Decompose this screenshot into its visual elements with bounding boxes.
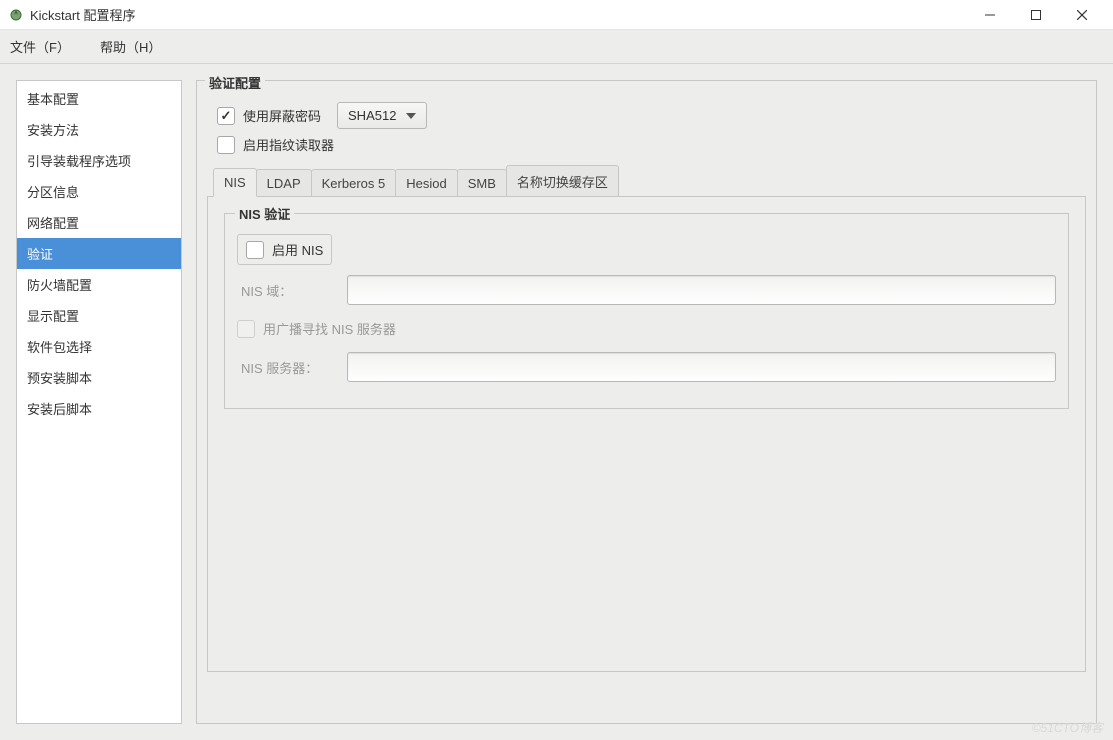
close-button[interactable] [1059,0,1105,30]
titlebar: Kickstart 配置程序 [0,0,1113,30]
sidebar: 基本配置 安装方法 引导装载程序选项 分区信息 网络配置 验证 防火墙配置 显示… [16,80,182,724]
hash-algorithm-value: SHA512 [348,108,396,123]
main-panel: 验证配置 使用屏蔽密码 SHA512 启用指纹读取器 NIS LDAP Kerb… [196,80,1097,724]
sidebar-item-display[interactable]: 显示配置 [17,300,181,331]
sidebar-item-network[interactable]: 网络配置 [17,207,181,238]
tab-smb[interactable]: SMB [457,169,507,197]
nis-server-label: NIS 服务器： [237,358,337,377]
nis-broadcast-label: 用广播寻找 NIS 服务器 [263,319,396,338]
tab-ldap[interactable]: LDAP [256,169,312,197]
tab-kerberos[interactable]: Kerberos 5 [311,169,397,197]
menu-file[interactable]: 文件（F） [10,37,70,56]
nis-domain-label: NIS 域： [237,281,337,300]
nis-server-input[interactable] [347,352,1056,382]
shadow-password-label: 使用屏蔽密码 [243,106,321,125]
app-icon [8,7,24,23]
chevron-down-icon [406,113,416,119]
nis-legend: NIS 验证 [235,204,294,223]
nis-server-row: NIS 服务器： [237,352,1056,382]
shadow-password-row: 使用屏蔽密码 SHA512 [207,102,1086,129]
sidebar-item-packages[interactable]: 软件包选择 [17,331,181,362]
minimize-button[interactable] [967,0,1013,30]
sidebar-item-preinstall[interactable]: 预安装脚本 [17,362,181,393]
enable-nis-row: 启用 NIS [237,234,332,265]
hash-algorithm-combo[interactable]: SHA512 [337,102,427,129]
nis-broadcast-checkbox[interactable] [237,320,255,338]
sidebar-item-bootloader[interactable]: 引导装载程序选项 [17,145,181,176]
auth-tabs: NIS LDAP Kerberos 5 Hesiod SMB 名称切换缓存区 [207,164,1086,196]
menubar: 文件（F） 帮助（H） [0,30,1113,64]
nis-domain-input[interactable] [347,275,1056,305]
panel-title: 验证配置 [205,73,265,92]
sidebar-item-auth[interactable]: 验证 [17,238,181,269]
sidebar-item-install-method[interactable]: 安装方法 [17,114,181,145]
sidebar-item-partition[interactable]: 分区信息 [17,176,181,207]
workspace: 基本配置 安装方法 引导装载程序选项 分区信息 网络配置 验证 防火墙配置 显示… [0,64,1113,740]
nis-fieldset: NIS 验证 启用 NIS NIS 域： 用广播寻找 NIS 服务器 NIS 服… [224,213,1069,409]
tab-nis[interactable]: NIS [213,168,257,197]
nis-broadcast-row: 用广播寻找 NIS 服务器 [237,319,1056,338]
fingerprint-checkbox[interactable] [217,136,235,154]
sidebar-item-postinstall[interactable]: 安装后脚本 [17,393,181,424]
window-title: Kickstart 配置程序 [30,5,135,24]
fingerprint-row: 启用指纹读取器 [207,135,1086,154]
shadow-password-checkbox[interactable] [217,107,235,125]
tab-hesiod[interactable]: Hesiod [395,169,457,197]
enable-nis-checkbox[interactable] [246,241,264,259]
menu-help[interactable]: 帮助（H） [100,37,161,56]
maximize-button[interactable] [1013,0,1059,30]
nis-domain-row: NIS 域： [237,275,1056,305]
tab-panel-nis: NIS 验证 启用 NIS NIS 域： 用广播寻找 NIS 服务器 NIS 服… [207,196,1086,672]
fingerprint-label: 启用指纹读取器 [243,135,334,154]
watermark: ©51CTO博客 [1032,719,1103,736]
enable-nis-label: 启用 NIS [272,240,323,259]
sidebar-item-basic[interactable]: 基本配置 [17,83,181,114]
tab-nscache[interactable]: 名称切换缓存区 [506,165,619,197]
sidebar-item-firewall[interactable]: 防火墙配置 [17,269,181,300]
